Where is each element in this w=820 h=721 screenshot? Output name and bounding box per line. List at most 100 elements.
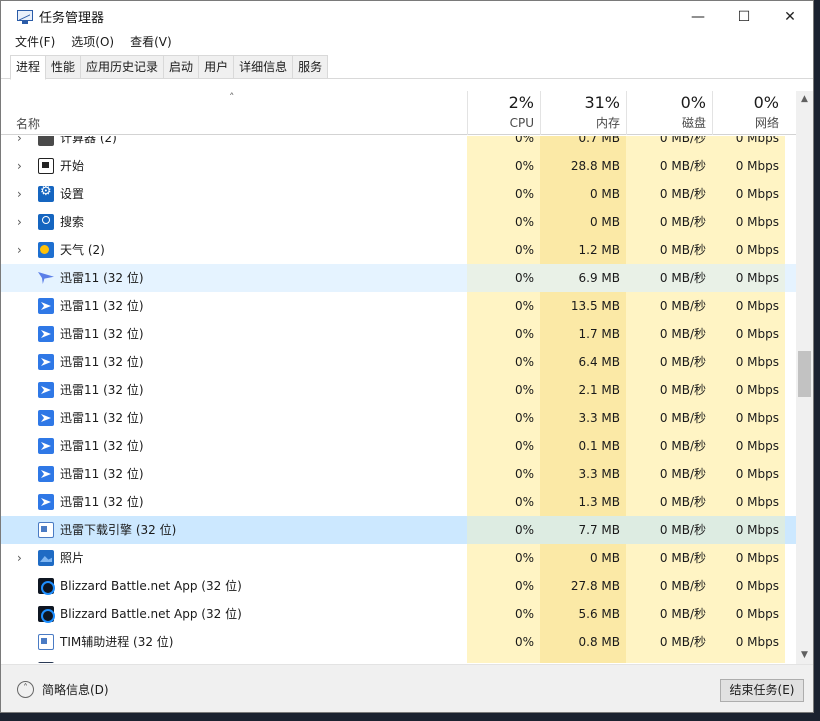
close-button[interactable]: ✕ xyxy=(767,1,813,32)
network-cell: 0 Mbps xyxy=(712,628,785,656)
tab-strip: 进程 性能 应用历史记录 启动 用户 详细信息 服务 xyxy=(10,55,329,80)
download-engine-icon xyxy=(38,522,54,538)
tab-processes[interactable]: 进程 xyxy=(10,55,47,80)
tab-services[interactable]: 服务 xyxy=(292,55,329,79)
network-cell xyxy=(712,656,785,663)
menu-view[interactable]: 查看(V) xyxy=(122,32,180,52)
expand-chevron-icon[interactable]: › xyxy=(17,152,22,180)
process-row[interactable] xyxy=(1,656,796,663)
expand-chevron-icon[interactable]: › xyxy=(17,236,22,264)
battlenet-icon xyxy=(38,578,55,595)
thunder-icon xyxy=(38,326,54,342)
process-row[interactable]: 迅雷11 (32 位) 0% 13.5 MB 0 MB/秒 0 Mbps xyxy=(1,292,796,320)
search-icon xyxy=(38,214,54,230)
maximize-button[interactable]: ☐ xyxy=(721,1,767,32)
process-name: Blizzard Battle.net App (32 位) xyxy=(60,579,242,593)
memory-cell: 13.5 MB xyxy=(540,292,626,320)
cpu-cell: 0% xyxy=(467,516,540,544)
thunder-icon xyxy=(38,410,54,426)
weather-icon xyxy=(38,242,54,258)
process-row[interactable]: › 天气 (2) 0% 1.2 MB 0 MB/秒 0 Mbps xyxy=(1,236,796,264)
memory-cell: 1.2 MB xyxy=(540,236,626,264)
cpu-cell: 0% xyxy=(467,460,540,488)
process-row[interactable]: › 设置 0%0 MB0 MB/秒0 Mbps xyxy=(1,180,796,208)
process-row[interactable]: 迅雷11 (32 位) 0% 6.4 MB 0 MB/秒 0 Mbps xyxy=(1,348,796,376)
network-cell: 0 Mbps xyxy=(712,208,785,236)
process-row[interactable]: 迅雷11 (32 位) 0% 3.3 MB 0 MB/秒 0 Mbps xyxy=(1,404,796,432)
memory-cell: 0 MB xyxy=(540,180,626,208)
menu-options[interactable]: 选项(O) xyxy=(63,32,122,52)
cpu-cell: 0% xyxy=(467,432,540,460)
scroll-up-icon[interactable]: ▲ xyxy=(796,91,813,108)
tab-app-history[interactable]: 应用历史记录 xyxy=(80,55,165,79)
disk-cell: 0 MB/秒 xyxy=(626,320,712,348)
disk-cell: 0 MB/秒 xyxy=(626,572,712,600)
disk-cell: 0 MB/秒 xyxy=(626,348,712,376)
fewer-details-button[interactable]: ˄ 简略信息(D) xyxy=(17,681,109,698)
expand-chevron-icon[interactable]: › xyxy=(17,136,22,152)
network-cell: 0 Mbps xyxy=(712,544,785,572)
task-manager-app-icon xyxy=(17,9,33,25)
cpu-cell: 0% xyxy=(467,348,540,376)
memory-cell: 1.3 MB xyxy=(540,488,626,516)
cpu-cell: 0% xyxy=(467,544,540,572)
process-row[interactable]: › 开始 0% 28.8 MB 0 MB/秒 0 Mbps xyxy=(1,152,796,180)
cpu-cell: 0% xyxy=(467,264,540,292)
process-row[interactable]: 迅雷11 (32 位) 0% 1.7 MB 0 MB/秒 0 Mbps xyxy=(1,320,796,348)
tab-performance[interactable]: 性能 xyxy=(45,55,82,79)
disk-cell xyxy=(626,656,712,663)
network-label: 网络 xyxy=(754,116,779,130)
process-row[interactable]: Blizzard Battle.net App (32 位) 0% 5.6 MB 0 … xyxy=(1,600,796,628)
column-memory-header[interactable]: 31% 内存 xyxy=(540,91,626,135)
minimize-button[interactable]: — xyxy=(675,1,721,32)
process-row[interactable]: TIM辅助进程 (32 位) 0% 0.8 MB 0 MB/秒 0 Mbps xyxy=(1,628,796,656)
network-cell: 0 Mbps xyxy=(712,488,785,516)
app-icon xyxy=(38,662,54,663)
process-row[interactable]: 迅雷11 (32 位) 0% 0.1 MB 0 MB/秒 0 Mbps xyxy=(1,432,796,460)
expand-chevron-icon[interactable]: › xyxy=(17,544,22,572)
process-row[interactable]: › 搜索 0% 0 MB 0 MB/秒 0 Mbps xyxy=(1,208,796,236)
tab-startup[interactable]: 启动 xyxy=(163,55,200,79)
network-cell: 0 Mbps xyxy=(712,432,785,460)
disk-cell: 0 MB/秒 xyxy=(626,376,712,404)
thunder-icon xyxy=(38,298,54,314)
process-row[interactable]: 迅雷11 (32 位) 0% 2.1 MB 0 MB/秒 0 Mbps xyxy=(1,376,796,404)
memory-label: 内存 xyxy=(595,116,620,130)
memory-cell: 6.9 MB xyxy=(540,264,626,292)
photos-icon xyxy=(38,550,54,566)
process-row[interactable]: › 照片 0% 0 MB 0 MB/秒 0 Mbps xyxy=(1,544,796,572)
end-task-button[interactable]: 结束任务(E) xyxy=(720,679,804,702)
process-name: 迅雷下载引擎 (32 位) xyxy=(60,523,177,537)
process-row[interactable]: 迅雷11 (32 位) 0% 1.3 MB 0 MB/秒 0 Mbps xyxy=(1,488,796,516)
process-name: 迅雷11 (32 位) xyxy=(60,327,144,341)
expand-chevron-icon[interactable]: › xyxy=(17,180,22,208)
process-name: 迅雷11 (32 位) xyxy=(60,383,144,397)
network-cell: 0 Mbps xyxy=(712,292,785,320)
disk-cell: 0 MB/秒 xyxy=(626,292,712,320)
column-network-header[interactable]: 0% 网络 xyxy=(712,91,785,135)
process-row[interactable]: 迅雷11 (32 位) 0% 6.9 MB 0 MB/秒 0 Mbps xyxy=(1,264,796,292)
column-cpu-header[interactable]: 2% CPU xyxy=(467,91,540,135)
vertical-scrollbar[interactable]: ▲ ▼ xyxy=(796,91,813,664)
memory-cell: 3.3 MB xyxy=(540,460,626,488)
tab-details[interactable]: 详细信息 xyxy=(233,55,294,79)
memory-total: 31% xyxy=(584,93,620,112)
network-cell: 0 Mbps xyxy=(712,572,785,600)
menu-file[interactable]: 文件(F) xyxy=(7,32,63,52)
process-name: Blizzard Battle.net App (32 位) xyxy=(60,607,242,621)
process-row[interactable]: Blizzard Battle.net App (32 位) 0% 27.8 MB 0… xyxy=(1,572,796,600)
column-name-header[interactable]: 名称 xyxy=(16,115,40,132)
process-row[interactable]: 迅雷下载引擎 (32 位) 0% 7.7 MB 0 MB/秒 0 Mbps xyxy=(1,516,796,544)
column-disk-header[interactable]: 0% 磁盘 xyxy=(626,91,712,135)
task-manager-window: 任务管理器 — ☐ ✕ 文件(F) 选项(O) 查看(V) 进程 性能 应用历史… xyxy=(0,0,814,713)
scroll-thumb[interactable] xyxy=(798,351,811,397)
tab-users[interactable]: 用户 xyxy=(198,55,235,79)
disk-cell: 0 MB/秒 xyxy=(626,432,712,460)
cpu-cell: 0% xyxy=(467,180,540,208)
process-row[interactable]: › 计算器 (2) 0% 0.7 MB 0 MB/秒 0 Mbps xyxy=(1,136,796,152)
scroll-down-icon[interactable]: ▼ xyxy=(796,647,813,664)
process-row[interactable]: 迅雷11 (32 位) 0% 3.3 MB 0 MB/秒 0 Mbps xyxy=(1,460,796,488)
expand-chevron-icon[interactable]: › xyxy=(17,208,22,236)
minimize-icon: — xyxy=(691,8,705,25)
network-total: 0% xyxy=(753,93,779,112)
